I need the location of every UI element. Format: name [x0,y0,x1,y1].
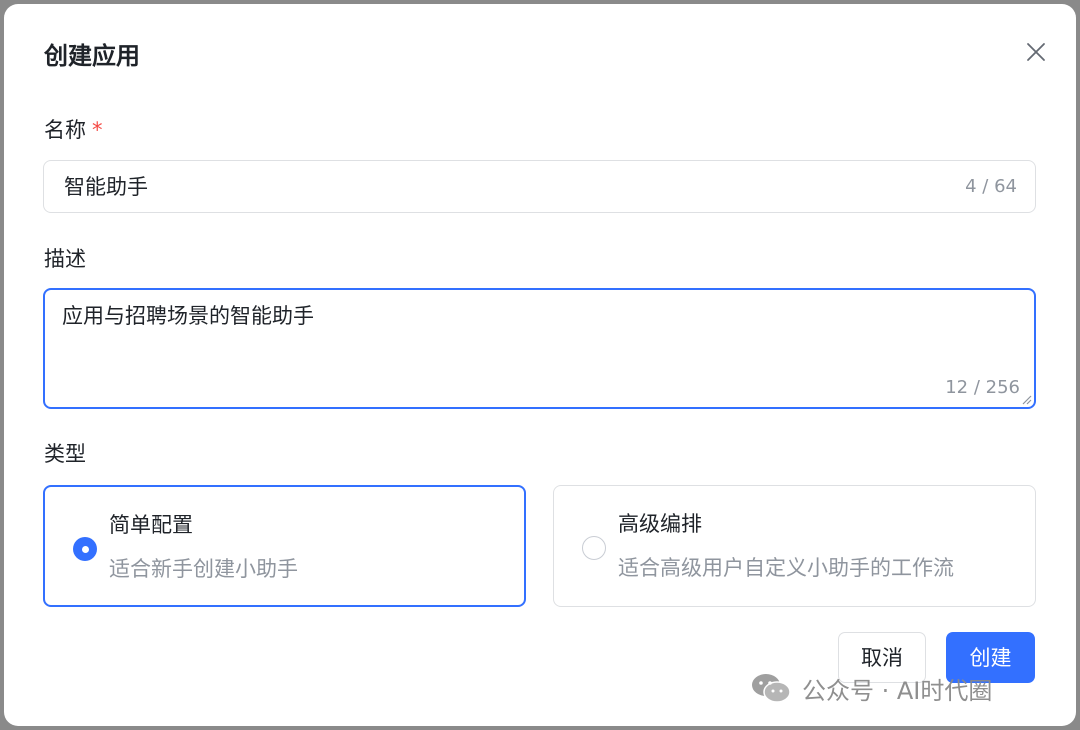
dialog-title: 创建应用 [44,42,140,70]
description-textarea[interactable]: 应用与招聘场景的智能助手 12 / 256 [43,288,1036,409]
required-mark: * [92,118,103,142]
close-icon[interactable] [1022,38,1050,66]
type-option-description: 适合高级用户自定义小助手的工作流 [618,556,954,580]
watermark: 公众号 · AI时代圈 [750,668,992,708]
description-label: 描述 [44,247,86,271]
description-value[interactable]: 应用与招聘场景的智能助手 [62,302,314,330]
radio-unselected-icon[interactable] [582,536,606,560]
description-char-counter: 12 / 256 [945,377,1020,398]
create-app-dialog: 创建应用 名称 * 智能助手 4 / 64 描述 应用与招聘场景的智能助手 12 … [4,4,1076,726]
watermark-text: 公众号 · AI时代圈 [802,676,993,705]
name-char-counter: 4 / 64 [965,176,1017,197]
name-label-text: 名称 [44,118,86,142]
type-option-title: 高级编排 [618,512,702,536]
type-label: 类型 [44,442,86,466]
name-input[interactable]: 智能助手 4 / 64 [43,160,1036,213]
radio-selected-icon[interactable] [73,537,97,561]
name-label: 名称 * [44,116,103,144]
type-option-title: 简单配置 [109,513,193,537]
type-option-advanced[interactable]: 高级编排 适合高级用户自定义小助手的工作流 [553,485,1036,607]
type-option-simple[interactable]: 简单配置 适合新手创建小助手 [43,485,526,607]
type-option-description: 适合新手创建小助手 [109,557,298,581]
resize-handle-icon[interactable] [1020,393,1032,405]
wechat-icon [752,674,791,703]
name-input-value[interactable]: 智能助手 [64,173,148,201]
